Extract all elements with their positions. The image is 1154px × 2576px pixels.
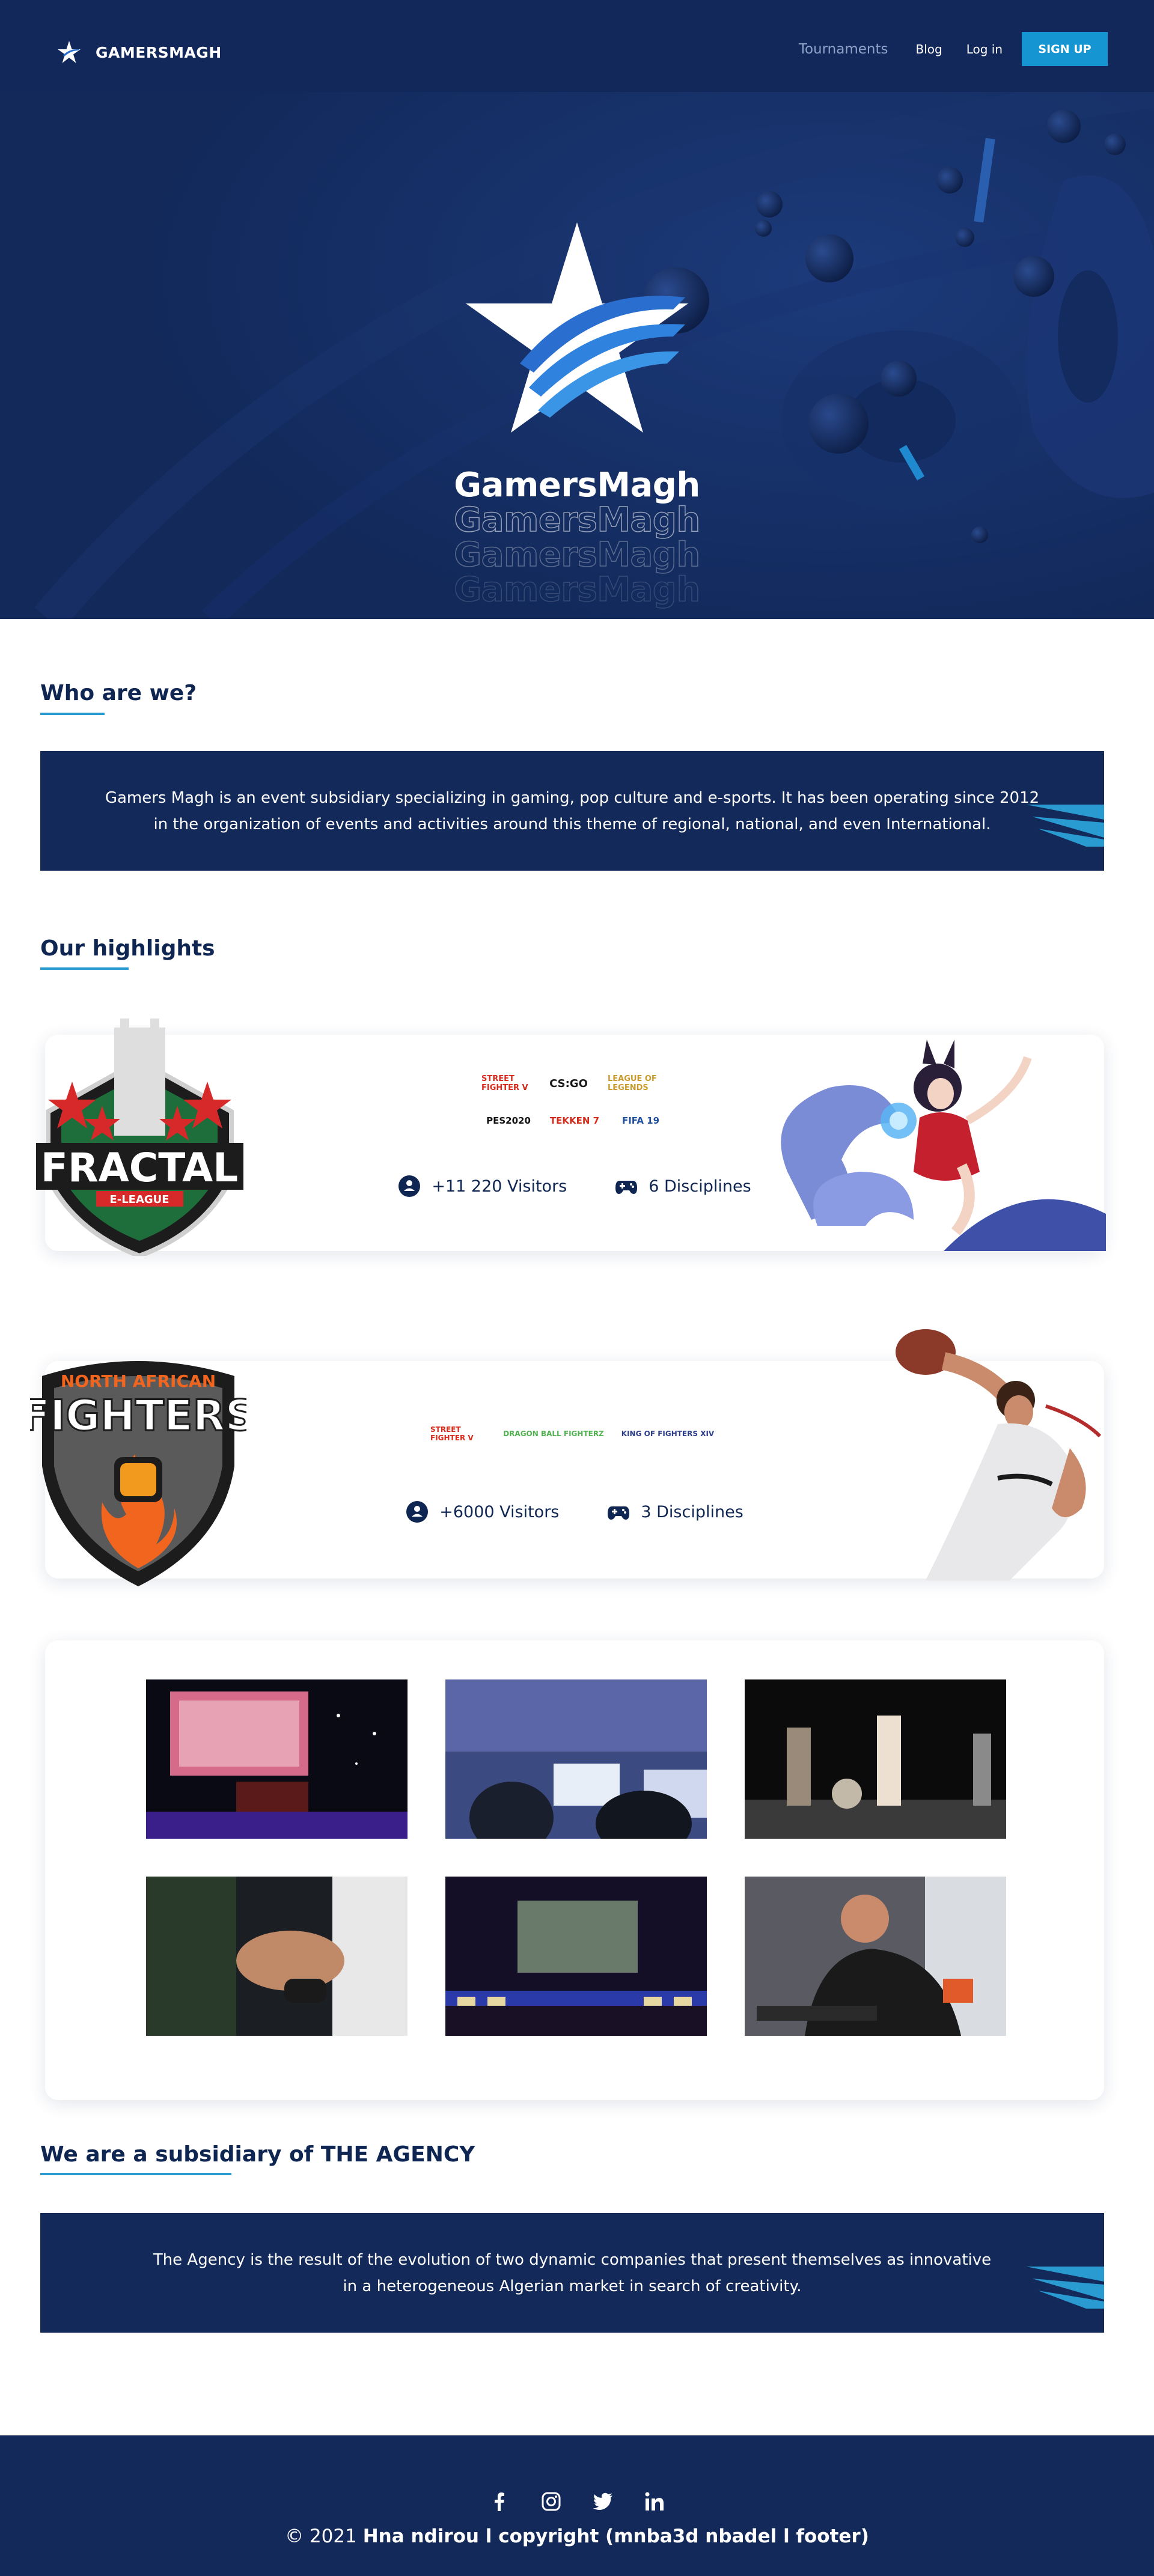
visitors-count: +11 220 Visitors [432,1177,567,1196]
game-logo: DRAGON BALL FIGHTERZ [503,1430,604,1438]
page: GamersMagh GamersMagh GamersMagh GamersM… [0,0,1154,2576]
section-underline [40,2173,231,2175]
section-title-about: Who are we? [40,681,197,705]
north-african-fighters-logo: NORTH AFRICAN FIGHTERS [30,1361,246,1586]
star-logo-icon [58,41,81,63]
hero-title: GamersMagh [454,466,700,505]
visitors-stat: +6000 Visitors [406,1500,559,1523]
game-logo: FIFA 19 [621,1115,660,1126]
footer: © 2021 Hna ndirou l copyright (mnba3d nb… [0,2435,1154,2576]
instagram-link[interactable] [541,2491,561,2514]
disciplines-count: 6 Disciplines [649,1177,751,1196]
social-links [0,2491,1154,2514]
brand-name: GAMERSMAGH [96,43,222,61]
fractal-logo-subtext: E-LEAGUE [109,1193,169,1206]
ryu-character-art [896,1329,1102,1580]
nav-links: Tournaments Blog Log in SIGN UP [799,32,1108,66]
stripes-decoration [1026,805,1104,847]
facebook-icon [495,2492,504,2511]
gallery-photo[interactable] [445,1679,707,1839]
gamepad-icon [615,1181,638,1194]
naf-logo-text: FIGHTERS [30,1391,246,1440]
section-title-highlights: Our highlights [40,936,215,961]
copyright-text: © 2021 Hna ndirou l copyright (mnba3d nb… [0,2526,1154,2547]
nav-link-tournaments[interactable]: Tournaments [799,41,888,57]
event-photo-gallery [45,1640,1104,2100]
about-box: Gamers Magh is an event subsidiary speci… [40,751,1104,871]
section-underline [40,967,129,970]
agency-text: The Agency is the result of the evolutio… [153,2250,992,2295]
facebook-link[interactable] [489,2491,510,2514]
twitter-link[interactable] [593,2491,613,2514]
brand[interactable]: GAMERSMAGH [57,40,222,64]
gallery-photo[interactable] [146,1679,408,1839]
hero-title-echo: GamersMagh [453,535,701,574]
game-logo: STREET FIGHTER V [430,1425,474,1442]
gallery-photo[interactable] [146,1877,408,2036]
gallery-photo[interactable] [745,1877,1006,2036]
visitors-icon [406,1501,429,1523]
nav-link-login[interactable]: Log in [966,42,1003,56]
hero-title-echo: GamersMagh [453,570,701,609]
gamersmagh-star-logo [466,222,688,433]
game-logo: KING OF FIGHTERS XIV [621,1430,715,1438]
gallery-photo[interactable] [745,1679,1006,1839]
copyright-bold: Hna ndirou l copyright (mnba3d nbadel l … [362,2526,869,2547]
visitors-icon [398,1175,421,1197]
naf-logo-toptext: NORTH AFRICAN [61,1371,216,1391]
game-logo: LEAGUE OF LEGENDS [608,1074,657,1092]
section-title-agency: We are a subsidiary of THE AGENCY [40,2142,475,2167]
hero-title-echo: GamersMagh [453,501,701,540]
signup-button[interactable]: SIGN UP [1022,32,1108,66]
fractal-logo-text: FRACTAL [41,1145,238,1191]
disciplines-stat: 3 Disciplines [607,1500,743,1523]
gamepad-icon [608,1506,630,1520]
hero-section: GamersMagh GamersMagh GamersMagh GamersM… [0,0,1154,619]
fractal-eleague-logo: FRACTAL E-LEAGUE [36,1019,243,1256]
game-logo: TEKKEN 7 [549,1115,600,1126]
gallery-photo[interactable] [445,1877,707,2036]
disciplines-count: 3 Disciplines [641,1502,743,1521]
linkedin-link[interactable] [644,2491,665,2514]
instagram-icon [542,2492,561,2511]
visitors-count: +6000 Visitors [439,1502,560,1521]
about-text: Gamers Magh is an event subsidiary speci… [105,788,1040,833]
ahri-character-art [781,1040,1106,1251]
visitors-stat: +11 220 Visitors [398,1175,567,1198]
top-navbar: GAMERSMAGH Tournaments Blog Log in SIGN … [0,0,1154,92]
twitter-icon [593,2492,612,2511]
section-underline [40,713,105,715]
game-logo: STREET FIGHTER V [481,1074,528,1092]
agency-box: The Agency is the result of the evolutio… [40,2213,1104,2333]
game-logo: CS:GO [549,1077,588,1090]
stripes-decoration [1026,2267,1104,2309]
linkedin-icon [645,2492,664,2511]
disciplines-stat: 6 Disciplines [615,1175,751,1198]
game-logo: PES2020 [486,1115,531,1126]
nav-link-blog[interactable]: Blog [915,42,942,56]
copyright-prefix: © 2021 [285,2526,363,2547]
